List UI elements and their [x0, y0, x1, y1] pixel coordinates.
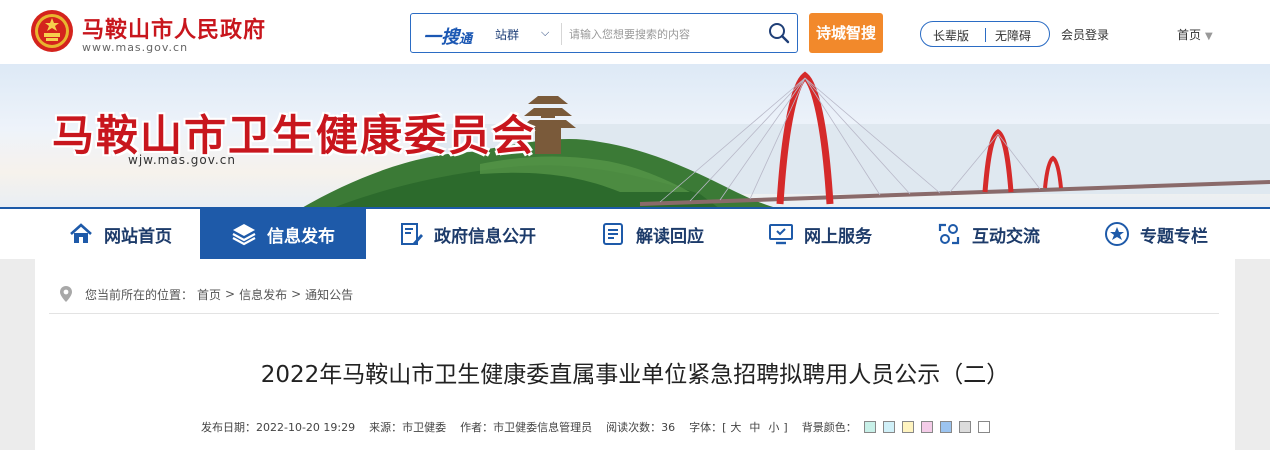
nav-item-online-service[interactable]: 网上服务	[740, 209, 900, 259]
main-nav: 网站首页 信息发布 政府信息公开 解读回应 网上服务 互动交流 专题专栏	[0, 207, 1270, 259]
nav-item-home[interactable]: 网站首页	[40, 209, 200, 259]
bg-swatch-mint[interactable]	[863, 421, 876, 433]
home-icon	[70, 223, 92, 243]
banner-title: 马鞍山市卫生健康委员会	[52, 111, 537, 160]
smart-search-button[interactable]: 诗城智搜	[809, 13, 883, 53]
nav-item-interpretation[interactable]: 解读回应	[572, 209, 732, 259]
views-label: 阅读次数：	[606, 421, 662, 434]
font-size-medium[interactable]: 中	[745, 419, 764, 435]
nav-item-special-topics[interactable]: 专题专栏	[1076, 209, 1236, 259]
bg-swatch-yellow[interactable]	[901, 421, 914, 433]
pill-divider	[985, 28, 986, 42]
author-label: 作者：	[460, 421, 494, 434]
breadcrumb-separator: >	[225, 287, 236, 301]
accessibility-toggle: 长辈版 无障碍	[920, 21, 1050, 47]
content-panel: 您当前所在的位置： 首页 > 信息发布 > 通知公告 2022年马鞍山市卫生健康…	[35, 259, 1235, 450]
document-edit-icon	[401, 223, 423, 245]
bg-swatch-blue[interactable]	[939, 421, 952, 433]
breadcrumb-divider	[49, 313, 1219, 314]
font-size-label: 字体：	[689, 421, 723, 434]
search-icon[interactable]	[767, 21, 791, 45]
breadcrumb-notice-link[interactable]: 通知公告	[305, 286, 353, 303]
breadcrumb-separator: >	[291, 287, 302, 301]
nav-item-interaction[interactable]: 互动交流	[908, 209, 1068, 259]
views-count: 36	[661, 420, 676, 434]
star-icon	[1105, 222, 1129, 246]
bg-swatch-gray[interactable]	[958, 421, 971, 433]
reading-icon	[603, 223, 623, 245]
search-input[interactable]	[569, 22, 759, 46]
breadcrumb-info-release-link[interactable]: 信息发布	[239, 286, 287, 303]
home-dropdown[interactable]: 首页 ▼	[1177, 26, 1213, 43]
nav-item-gov-info-disclosure[interactable]: 政府信息公开	[372, 209, 562, 259]
caret-down-icon: ▼	[1205, 31, 1213, 42]
nav-item-info-release[interactable]: 信息发布	[200, 209, 366, 259]
member-login-link[interactable]: 会员登录	[1061, 26, 1109, 43]
font-size-small[interactable]: 小	[764, 419, 783, 435]
banner: 马鞍山市卫生健康委员会 wjw.mas.gov.cn	[0, 64, 1270, 209]
bg-swatch-cyan[interactable]	[882, 421, 895, 433]
chevron-down-icon[interactable]: ⌵	[541, 26, 549, 40]
author-value: 市卫健委信息管理员	[493, 421, 593, 434]
source-label: 来源：	[369, 421, 403, 434]
font-bracket-close: ]	[783, 420, 788, 434]
publish-date-label: 发布日期：	[201, 421, 256, 434]
article-title: 2022年马鞍山市卫生健康委直属事业单位紧急招聘拟聘用人员公示（二）	[260, 362, 1010, 388]
bg-color-label: 背景颜色：	[801, 421, 857, 434]
national-emblem-logo[interactable]	[30, 9, 74, 53]
banner-url: wjw.mas.gov.cn	[128, 153, 236, 167]
search-box: 一搜通 站群 ⌵	[410, 13, 798, 53]
publish-date: 2022-10-20 19:29	[256, 420, 356, 434]
breadcrumb-home-link[interactable]: 首页	[197, 286, 221, 303]
top-bar: 马鞍山市人民政府 www.mas.gov.cn 一搜通 站群 ⌵ 诗城智搜 长辈…	[0, 0, 1270, 64]
site-name[interactable]: 马鞍山市人民政府	[82, 12, 266, 44]
monitor-icon	[769, 224, 793, 245]
barrier-free-link[interactable]: 无障碍	[995, 27, 1031, 44]
interaction-icon	[938, 223, 960, 245]
breadcrumb-prefix: 您当前所在的位置：	[85, 287, 194, 302]
elder-mode-link[interactable]: 长辈版	[933, 27, 969, 44]
search-divider	[561, 23, 562, 45]
location-pin-icon	[60, 286, 72, 302]
article-meta: 发布日期： 2022-10-20 19:29 来源： 市卫健委 作者： 市卫健委…	[201, 419, 990, 435]
layers-icon	[232, 224, 256, 246]
search-scope-select[interactable]: 站群	[495, 26, 519, 43]
font-size-large[interactable]: 大	[726, 419, 745, 435]
bg-swatch-pink[interactable]	[920, 421, 933, 433]
source-value: 市卫健委	[402, 421, 447, 434]
bg-swatch-white[interactable]	[977, 421, 990, 433]
site-url: www.mas.gov.cn	[82, 41, 189, 54]
search-brand: 一搜通	[423, 27, 473, 48]
breadcrumb: 您当前所在的位置： 首页 > 信息发布 > 通知公告	[59, 285, 353, 303]
